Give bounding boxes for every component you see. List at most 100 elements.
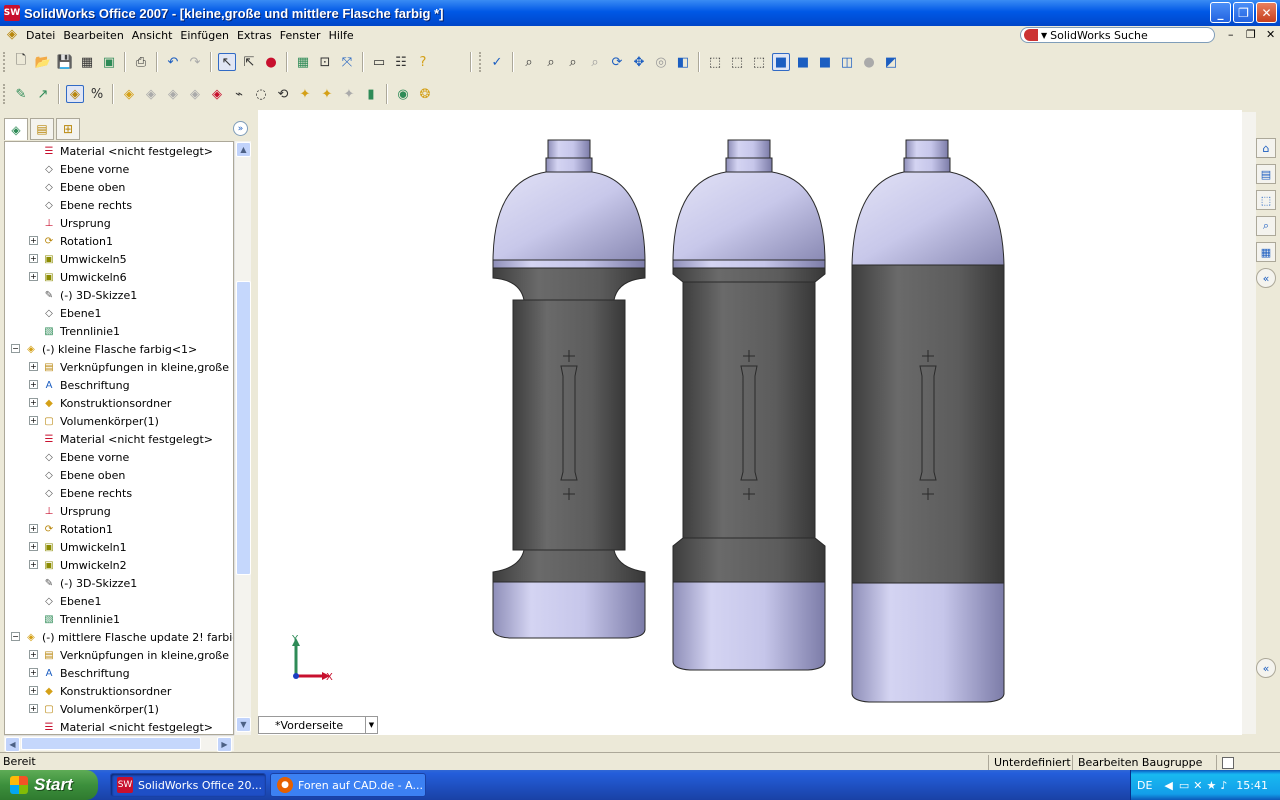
save-icon[interactable]: 💾 xyxy=(56,53,74,71)
view-orient-icon[interactable]: ⊡ xyxy=(316,53,334,71)
show-hidden-icon[interactable]: ◈ xyxy=(208,85,226,103)
menu-ansicht[interactable]: Ansicht xyxy=(128,29,177,42)
bottle-small-neck[interactable] xyxy=(545,157,593,173)
window-layout-icon[interactable]: ▭ xyxy=(370,53,388,71)
tree-item[interactable]: ☰ Material <nicht festgelegt> xyxy=(41,718,214,734)
scroll-up-button[interactable]: ▲ xyxy=(236,142,251,157)
smart-fasteners-icon[interactable]: ◈ xyxy=(164,85,182,103)
tree-item[interactable]: ◇ Ebene rechts xyxy=(41,196,132,214)
tray-expand-icon[interactable]: ◀ xyxy=(1164,779,1172,792)
redo-icon[interactable]: ↷ xyxy=(186,53,204,71)
bottle-small-waist-top[interactable] xyxy=(492,267,646,301)
bottle-large-base[interactable] xyxy=(851,582,1005,703)
tree-item[interactable]: ▣ Umwickeln5 xyxy=(41,250,126,268)
tree-expander[interactable]: + xyxy=(29,686,38,695)
tree-item[interactable]: ◇ Ebene oben xyxy=(41,466,125,484)
properties-icon[interactable]: ☷ xyxy=(392,53,410,71)
security-icon[interactable]: ✕ xyxy=(1193,779,1202,792)
bottle-small[interactable] xyxy=(492,139,646,639)
menu-extras[interactable]: Extras xyxy=(233,29,276,42)
tree-item[interactable]: ◇ Ebene vorne xyxy=(41,160,129,178)
tree-item[interactable]: ☰ Material <nicht festgelegt> xyxy=(41,142,214,160)
tree-item[interactable]: ▤ Verknüpfungen in kleine,große und xyxy=(41,646,233,664)
bottle-small-waist-bottom[interactable] xyxy=(492,549,646,583)
tree-expander[interactable]: + xyxy=(29,560,38,569)
insert-components-icon[interactable]: % xyxy=(88,85,106,103)
bottle-small-shoulder[interactable] xyxy=(492,171,646,261)
standard-views-icon[interactable]: ◧ xyxy=(674,53,692,71)
scroll-thumb[interactable] xyxy=(21,737,201,750)
bottle-medium-band[interactable] xyxy=(672,259,826,269)
tree-item[interactable]: ◆ Konstruktionsordner xyxy=(41,682,171,700)
tree-item[interactable]: ◈ (-) kleine Flasche farbig<1> xyxy=(23,340,197,358)
bottle-medium-base[interactable] xyxy=(672,581,826,671)
explode-line-sketch-icon[interactable]: ✦ xyxy=(340,85,358,103)
bottle-large-cap[interactable] xyxy=(905,139,949,161)
status-quicktips-icon[interactable] xyxy=(1216,755,1280,770)
tree-item[interactable]: ☰ Material <nicht festgelegt> xyxy=(41,430,214,448)
scroll-thumb[interactable] xyxy=(236,281,251,575)
task-solidworks[interactable]: SW SolidWorks Office 20... xyxy=(110,773,266,797)
bottle-small-base[interactable] xyxy=(492,581,646,639)
minimize-button[interactable]: _ xyxy=(1210,2,1231,23)
bottle-large-shoulder[interactable] xyxy=(851,171,1005,266)
file-explorer-icon[interactable]: ⬚ xyxy=(1256,190,1276,210)
doc-minimize-button[interactable]: – xyxy=(1228,28,1234,41)
interference-detection-icon[interactable]: ▮ xyxy=(362,85,380,103)
menu-hilfe[interactable]: Hilfe xyxy=(325,29,358,42)
undo-icon[interactable]: ↶ xyxy=(164,53,182,71)
tab-configurationmanager[interactable]: ⊞ xyxy=(56,118,80,140)
hidden-lines-removed-icon[interactable]: ⬚ xyxy=(750,53,768,71)
select-filter-icon[interactable]: ⇱ xyxy=(240,53,258,71)
chevron-down-icon[interactable]: ▼ xyxy=(1041,31,1047,40)
tab-propertymanager[interactable]: ▤ xyxy=(30,118,54,140)
collapse-left-icon[interactable]: « xyxy=(1256,658,1276,678)
tree-expander[interactable]: + xyxy=(29,272,38,281)
tree-item[interactable]: ◇ Ebene1 xyxy=(41,592,101,610)
network-icon[interactable]: ▭ xyxy=(1179,779,1189,792)
assembly-features-icon[interactable]: ⌁ xyxy=(230,85,248,103)
tree-expander[interactable]: + xyxy=(29,398,38,407)
mate-icon[interactable]: ◈ xyxy=(120,85,138,103)
toolbar-grip[interactable] xyxy=(3,52,7,72)
wireframe-icon[interactable]: ⬚ xyxy=(706,53,724,71)
tree-expander[interactable]: + xyxy=(29,704,38,713)
tree-item[interactable]: ✎ (-) 3D-Skizze1 xyxy=(41,286,137,304)
tab-featuremanager[interactable]: ◈ xyxy=(4,118,28,140)
shaded-icon[interactable]: ■ xyxy=(794,53,812,71)
bottle-large[interactable] xyxy=(851,139,1005,703)
make-drawing-icon[interactable]: ▦ xyxy=(78,53,96,71)
tree-expander[interactable]: + xyxy=(29,650,38,659)
bottle-large-body[interactable] xyxy=(851,264,1005,584)
task-firefox[interactable]: ● Foren auf CAD.de - A... xyxy=(270,773,426,797)
solidworks-logo-icon[interactable]: ◈ xyxy=(4,27,20,43)
zoom-to-selection-icon[interactable]: ⌕ xyxy=(586,53,604,71)
bottle-medium-lower-ring[interactable] xyxy=(672,537,826,583)
view-tab[interactable]: *Vorderseite ▼ xyxy=(258,716,378,734)
menu-bearbeiten[interactable]: Bearbeiten xyxy=(59,29,127,42)
tree-item[interactable]: ◇ Ebene1 xyxy=(41,304,101,322)
tree-item[interactable]: ▤ Verknüpfungen in kleine,große und xyxy=(41,358,233,376)
menu-einfuegen[interactable]: Einfügen xyxy=(176,29,233,42)
chevron-down-icon[interactable]: ▼ xyxy=(365,717,377,733)
tree-item[interactable]: ◆ Konstruktionsordner xyxy=(41,394,171,412)
tree-expander[interactable]: + xyxy=(29,542,38,551)
scroll-left-button[interactable]: ◀ xyxy=(5,737,20,752)
graphics-area[interactable]: Y X xyxy=(258,110,1242,735)
tree-item[interactable]: A Beschriftung xyxy=(41,664,130,682)
move-component-icon[interactable]: ◈ xyxy=(186,85,204,103)
options-grid-icon[interactable]: ▦ xyxy=(294,53,312,71)
tree-item[interactable]: ▢ Volumenkörper(1) xyxy=(41,412,159,430)
new-document-icon[interactable]: 🗋 xyxy=(12,53,30,71)
start-button[interactable]: Start xyxy=(0,770,98,800)
tree-item[interactable]: ⟳ Rotation1 xyxy=(41,520,113,538)
tree-expander[interactable]: + xyxy=(29,380,38,389)
bottles-3d-view[interactable]: Y X xyxy=(258,110,1242,735)
tree-item[interactable]: ⊥ Ursprung xyxy=(41,502,111,520)
bottle-small-cap[interactable] xyxy=(547,139,591,161)
tree-expander[interactable]: + xyxy=(29,236,38,245)
zoom-to-area-icon[interactable]: ⌕ xyxy=(542,53,560,71)
tree-item[interactable]: ▣ Umwickeln2 xyxy=(41,556,126,574)
tree-item[interactable]: ▣ Umwickeln1 xyxy=(41,538,126,556)
tree-item[interactable]: ⊥ Ursprung xyxy=(41,214,111,232)
